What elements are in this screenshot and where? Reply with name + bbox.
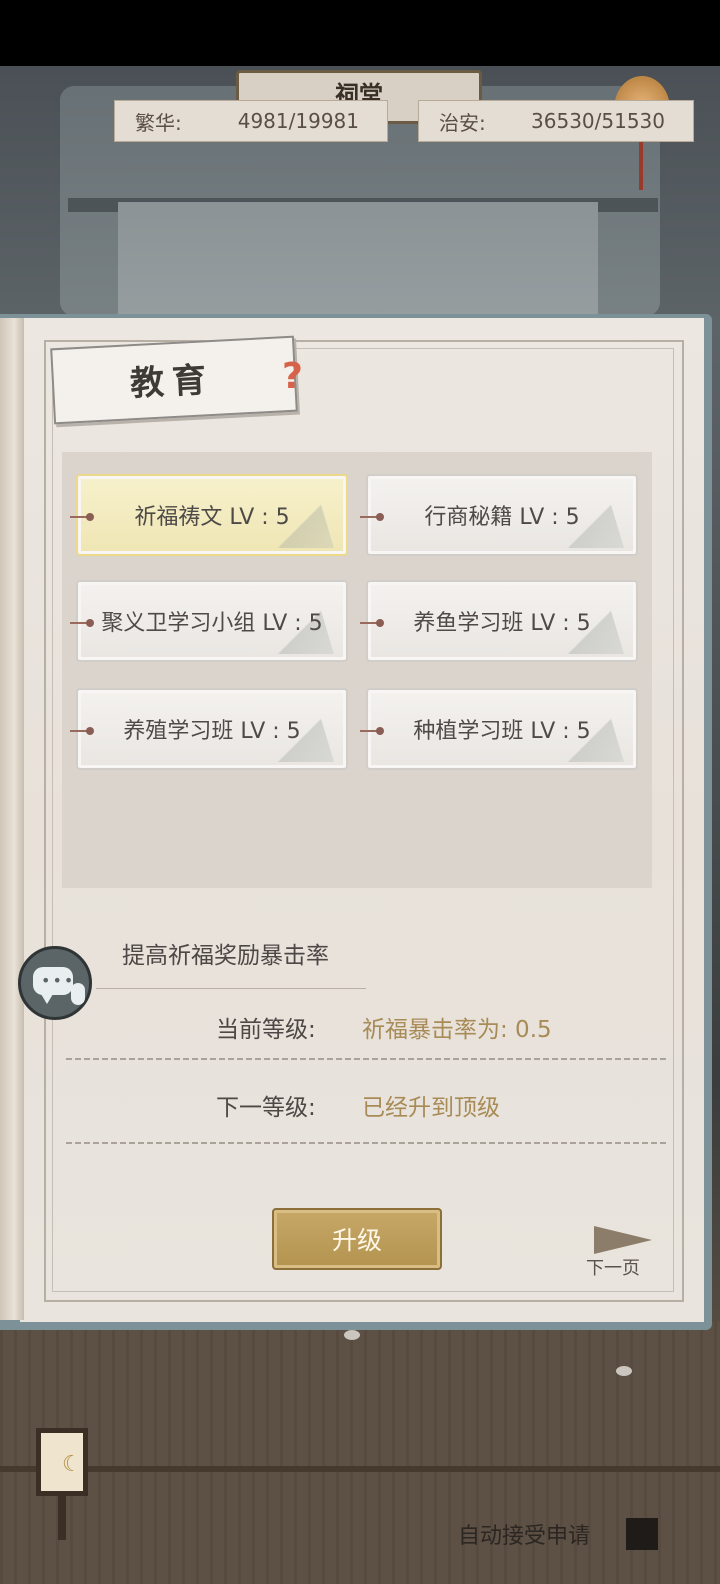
book-spine [0, 318, 24, 1320]
top-status-area [0, 0, 720, 66]
skill-card-trade[interactable]: 行商秘籍 LV : 5 [360, 474, 638, 556]
petal-decoration [344, 1330, 360, 1340]
moon-icon: ☾ [62, 1452, 82, 1477]
hook-icon [70, 619, 94, 627]
lantern-tassel [639, 142, 643, 190]
auto-accept-label: 自动接受申请 [458, 1524, 591, 1549]
skill-label: 祈福祷文 LV : 5 [134, 505, 290, 530]
skill-label: 聚义卫学习小组 LV : 5 [101, 611, 323, 636]
skill-label: 种植学习班 LV : 5 [413, 719, 591, 744]
skill-label: 行商秘籍 LV : 5 [424, 505, 580, 530]
current-level-value: 祈福暴击率为: 0.5 [362, 1017, 552, 1043]
prosperity-stat: 繁华: 4981/19981 [114, 100, 388, 142]
skill-label: 养殖学习班 LV : 5 [123, 719, 301, 744]
skill-card-planting[interactable]: 种植学习班 LV : 5 [360, 688, 638, 770]
panel-title: 教育 [129, 359, 216, 405]
skill-card-fish-farming[interactable]: 养鱼学习班 LV : 5 [360, 580, 638, 662]
prosperity-label: 繁华: [135, 110, 182, 135]
next-page-label: 下一页 [586, 1258, 640, 1279]
gourd-icon [71, 983, 85, 1005]
prosperity-value: 4981/19981 [237, 109, 359, 133]
current-level-label: 当前等级: [216, 1017, 316, 1043]
skill-card-breeding[interactable]: 养殖学习班 LV : 5 [70, 688, 348, 770]
next-level-value: 已经升到顶级 [362, 1095, 500, 1121]
chat-bubble-icon[interactable]: ••• [18, 946, 92, 1020]
auto-accept-checkbox[interactable] [626, 1518, 658, 1550]
skill-card-prayer[interactable]: 祈福祷文 LV : 5 [70, 474, 348, 556]
divider [66, 1142, 666, 1144]
security-value: 36530/51530 [531, 109, 665, 133]
divider [66, 1058, 666, 1060]
lamp-stand [58, 1496, 66, 1540]
petal-decoration [616, 1366, 632, 1376]
hook-icon [70, 513, 94, 521]
ellipsis-icon: ••• [41, 971, 76, 990]
next-page-button[interactable]: 下一页 [586, 1226, 666, 1280]
skill-card-guard-study[interactable]: 聚义卫学习小组 LV : 5 [70, 580, 348, 662]
arrow-right-icon [594, 1226, 652, 1254]
skill-label: 养鱼学习班 LV : 5 [413, 611, 591, 636]
question-mark-icon[interactable]: ? [282, 356, 303, 397]
hook-icon [70, 727, 94, 735]
background-floor [0, 1322, 720, 1584]
next-level-label: 下一等级: [216, 1095, 316, 1121]
panel-title-tag: 教育 [50, 335, 298, 425]
security-stat: 治安: 36530/51530 [418, 100, 694, 142]
hook-icon [360, 513, 384, 521]
hook-icon [360, 619, 384, 627]
upgrade-button[interactable]: 升级 [272, 1208, 442, 1270]
security-label: 治安: [439, 110, 486, 135]
floor-beam [0, 1466, 720, 1472]
description-underline [96, 988, 366, 989]
skill-description: 提高祈福奖励暴击率 [122, 943, 329, 969]
hook-icon [360, 727, 384, 735]
